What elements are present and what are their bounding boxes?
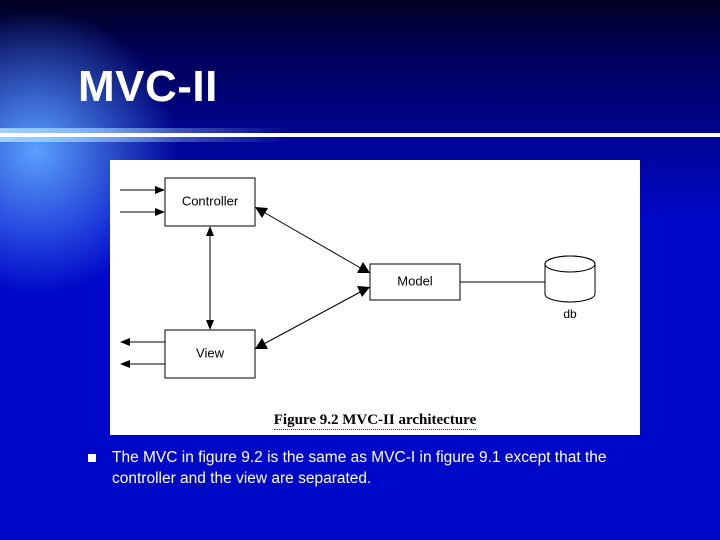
arrow-controller-view — [206, 226, 214, 330]
arrow-out-view-1 — [120, 338, 165, 346]
view-label: View — [196, 345, 225, 360]
mvc-diagram: Controller View Model db — [110, 160, 640, 410]
figure-panel: Controller View Model db — [110, 160, 640, 435]
body-text: The MVC in figure 9.2 is the same as MVC… — [112, 448, 660, 490]
db-cylinder — [545, 256, 595, 302]
title-underline — [0, 128, 720, 142]
slide: MVC-II Controller View Model db — [0, 0, 720, 540]
slide-title: MVC-II — [78, 62, 218, 112]
arrow-view-model — [255, 286, 370, 349]
model-label: Model — [397, 273, 433, 288]
figure-caption: Figure 9.2 MVC-II architecture — [110, 412, 640, 429]
db-label: db — [563, 307, 577, 321]
arrow-in-controller-2 — [120, 208, 165, 216]
arrow-controller-model — [255, 207, 370, 273]
arrow-out-view-2 — [120, 360, 165, 368]
bullet-icon — [88, 454, 96, 462]
controller-label: Controller — [182, 193, 239, 208]
arrow-in-controller-1 — [120, 186, 165, 194]
